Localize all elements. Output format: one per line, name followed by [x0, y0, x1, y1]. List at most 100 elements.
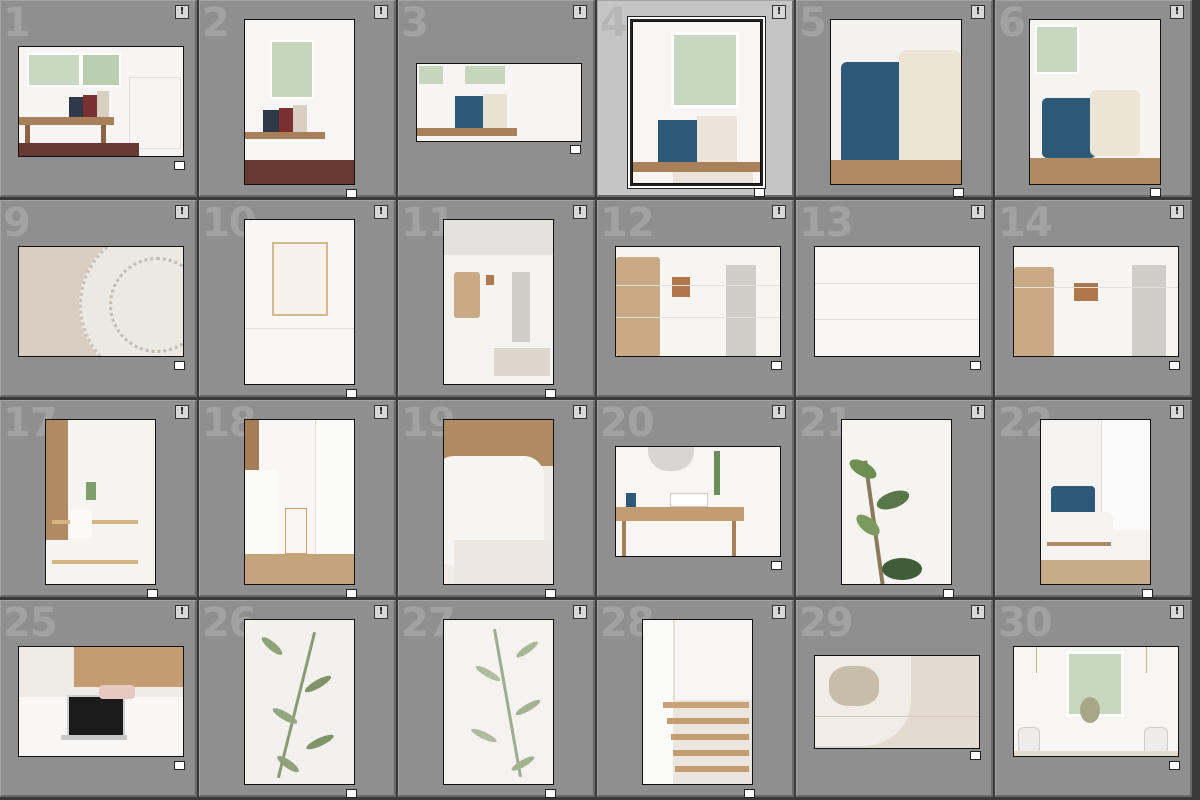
thumbnail-cell[interactable]: 28 ! — [597, 600, 794, 798]
photo-thumbnail[interactable] — [814, 655, 980, 749]
badge-icon — [970, 751, 981, 760]
badge-icon — [174, 361, 185, 370]
flag-icon[interactable]: ! — [772, 405, 786, 419]
photo-thumbnail[interactable] — [615, 446, 781, 557]
badge-icon — [1150, 188, 1161, 197]
photo-thumbnail[interactable] — [244, 19, 355, 185]
thumbnail-cell[interactable]: 4 ! — [597, 0, 794, 197]
photo-thumbnail[interactable] — [244, 419, 355, 585]
photo-thumbnail[interactable] — [18, 246, 184, 357]
flag-icon[interactable]: ! — [971, 405, 985, 419]
thumbnail-cell[interactable]: 17 ! — [0, 400, 197, 598]
photo-thumbnail[interactable] — [443, 619, 554, 785]
badge-icon — [1169, 361, 1180, 370]
badge-icon — [346, 789, 357, 798]
thumbnail-cell[interactable]: 1 ! — [0, 0, 197, 197]
photo-number: 20 — [600, 400, 655, 446]
flag-icon[interactable]: ! — [1170, 5, 1184, 19]
flag-icon[interactable]: ! — [175, 405, 189, 419]
flag-icon[interactable]: ! — [374, 405, 388, 419]
flag-icon[interactable]: ! — [1170, 405, 1184, 419]
flag-icon[interactable]: ! — [374, 605, 388, 619]
photo-thumbnail[interactable] — [615, 246, 781, 357]
flag-icon[interactable]: ! — [573, 205, 587, 219]
thumbnail-cell[interactable]: 20 ! — [597, 400, 794, 597]
thumbnail-cell[interactable]: 13 ! — [796, 200, 993, 397]
flag-icon[interactable]: ! — [374, 205, 388, 219]
photo-thumbnail[interactable] — [1029, 19, 1161, 185]
thumbnail-cell[interactable]: 22 ! — [995, 400, 1192, 598]
badge-icon — [346, 589, 357, 598]
thumbnail-cell[interactable]: 25 ! — [0, 600, 197, 797]
flag-icon[interactable]: ! — [175, 605, 189, 619]
flag-icon[interactable]: ! — [175, 5, 189, 19]
flag-icon[interactable]: ! — [971, 205, 985, 219]
photo-thumbnail[interactable] — [628, 17, 765, 188]
photo-thumbnail[interactable] — [416, 63, 582, 142]
badge-icon — [744, 789, 755, 798]
thumbnail-cell[interactable]: 9 ! — [0, 200, 197, 397]
thumbnail-cell[interactable]: 26 ! — [199, 600, 396, 798]
badge-icon — [771, 561, 782, 570]
badge-icon — [953, 188, 964, 197]
photo-number: 25 — [3, 600, 58, 646]
flag-icon[interactable]: ! — [1170, 605, 1184, 619]
photo-thumbnail[interactable] — [244, 619, 355, 785]
flag-icon[interactable]: ! — [175, 205, 189, 219]
flag-icon[interactable]: ! — [374, 5, 388, 19]
photo-thumbnail[interactable] — [1013, 246, 1179, 357]
photo-thumbnail[interactable] — [443, 219, 554, 385]
thumbnail-cell[interactable]: 10 ! — [199, 200, 396, 398]
thumbnail-cell[interactable]: 5 ! — [796, 0, 993, 197]
photo-thumbnail[interactable] — [642, 619, 753, 785]
badge-icon — [943, 589, 954, 598]
thumbnail-cell[interactable]: 19 ! — [398, 400, 595, 598]
photo-thumbnail[interactable] — [814, 246, 980, 357]
photo-number: 12 — [600, 200, 655, 246]
photo-number: 3 — [401, 0, 429, 46]
badge-icon — [545, 589, 556, 598]
flag-icon[interactable]: ! — [772, 605, 786, 619]
thumbnail-cell[interactable]: 6 ! — [995, 0, 1192, 197]
flag-icon[interactable]: ! — [772, 5, 786, 19]
photo-thumbnail[interactable] — [45, 419, 156, 585]
thumbnail-cell[interactable]: 21 ! — [796, 400, 993, 598]
photo-thumbnail[interactable] — [830, 19, 962, 185]
flag-icon[interactable]: ! — [573, 5, 587, 19]
photo-thumbnail[interactable] — [1040, 419, 1151, 585]
thumbnail-cell[interactable]: 27 ! — [398, 600, 595, 798]
badge-icon — [346, 389, 357, 398]
badge-icon — [147, 589, 158, 598]
badge-icon — [1142, 589, 1153, 598]
photo-thumbnail[interactable] — [18, 646, 184, 757]
thumbnail-cell[interactable]: 12 ! — [597, 200, 794, 397]
photo-number: 1 — [3, 0, 31, 46]
photo-number: 29 — [799, 600, 854, 646]
flag-icon[interactable]: ! — [573, 605, 587, 619]
badge-icon — [346, 189, 357, 198]
thumbnail-cell[interactable]: 18 ! — [199, 400, 396, 598]
photo-thumbnail[interactable] — [244, 219, 355, 385]
flag-icon[interactable]: ! — [1170, 205, 1184, 219]
thumbnail-cell[interactable]: 11 ! — [398, 200, 595, 398]
thumbnail-cell[interactable]: 29 ! — [796, 600, 993, 797]
photo-thumbnail[interactable] — [443, 419, 554, 585]
photo-thumbnail[interactable] — [1013, 646, 1179, 757]
thumbnail-cell[interactable]: 30 ! — [995, 600, 1192, 797]
flag-icon[interactable]: ! — [573, 405, 587, 419]
photo-thumbnail[interactable] — [18, 46, 184, 157]
badge-icon — [570, 145, 581, 154]
photo-number: 4 — [600, 0, 628, 46]
thumbnail-cell[interactable]: 3 ! — [398, 0, 595, 197]
flag-icon[interactable]: ! — [772, 205, 786, 219]
badge-icon — [771, 361, 782, 370]
flag-icon[interactable]: ! — [971, 605, 985, 619]
thumbnail-cell[interactable]: 14 ! — [995, 200, 1192, 397]
thumbnail-cell[interactable]: 2 ! — [199, 0, 396, 198]
badge-icon — [545, 389, 556, 398]
photo-thumbnail[interactable] — [841, 419, 952, 585]
photo-number: 30 — [998, 600, 1053, 646]
badge-icon — [1169, 761, 1180, 770]
flag-icon[interactable]: ! — [971, 5, 985, 19]
badge-icon — [970, 361, 981, 370]
